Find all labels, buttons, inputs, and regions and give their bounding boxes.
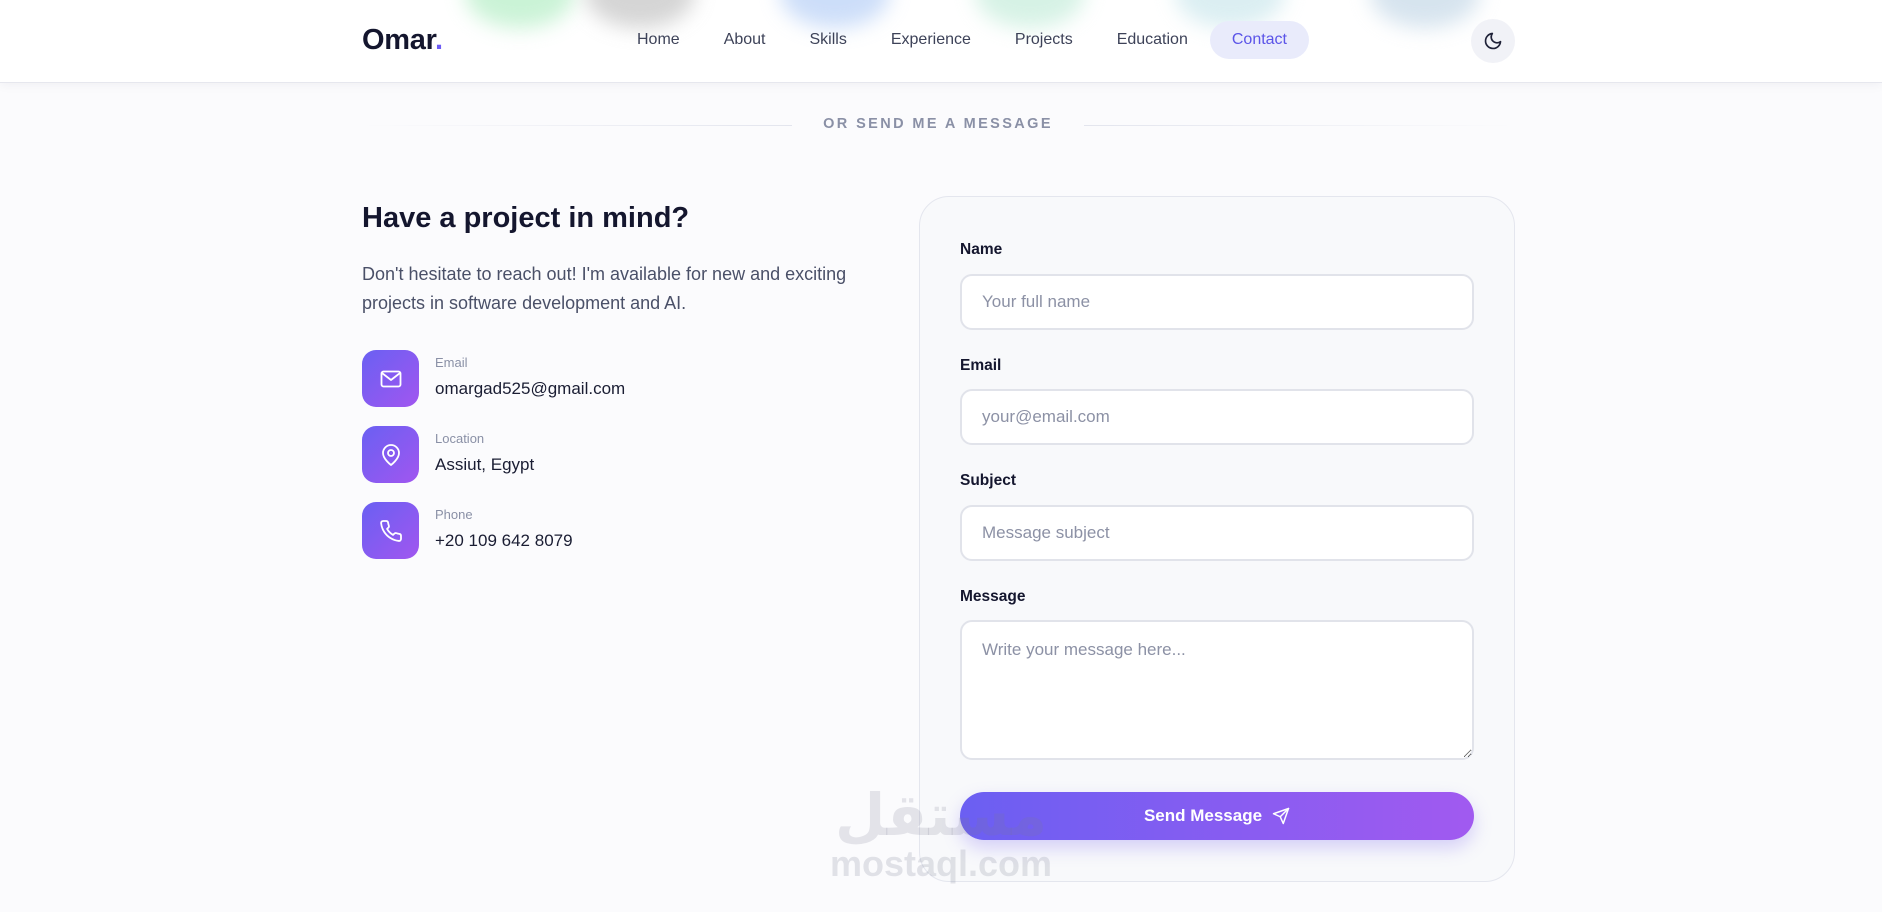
send-message-label: Send Message <box>1143 806 1263 825</box>
contact-email-link[interactable]: omargad525@gmail.com <box>435 379 625 399</box>
contact-phone-link[interactable]: +20 109 642 8079 <box>435 531 573 551</box>
brand-logo[interactable]: Omar. <box>362 24 443 57</box>
phone-icon <box>379 519 402 542</box>
contact-label: Phone <box>435 507 473 522</box>
contact-label: Location <box>435 431 485 446</box>
name-input[interactable] <box>960 274 1474 330</box>
section-divider: OR SEND ME A MESSAGE <box>362 116 1514 136</box>
section-divider-text: OR SEND ME A MESSAGE <box>823 116 1053 132</box>
moon-icon <box>1484 32 1502 50</box>
nav-item-skills[interactable]: Skills <box>788 21 869 59</box>
brand-name: Omar <box>362 24 435 56</box>
email-input[interactable] <box>960 389 1474 445</box>
brand-dot: . <box>434 24 443 56</box>
send-icon <box>1272 807 1290 825</box>
divider-line-right <box>1084 125 1514 126</box>
nav-item-education[interactable]: Education <box>1095 21 1210 59</box>
message-label: Message <box>960 588 1026 605</box>
send-message-button[interactable]: Send Message <box>960 792 1474 840</box>
contact-icon-box <box>362 502 419 559</box>
contact-form: Name Email Subject Message Send Message <box>919 196 1515 882</box>
subject-label: Subject <box>960 472 1016 489</box>
nav-item-projects[interactable]: Projects <box>993 21 1095 59</box>
decorative-blob <box>465 0 575 28</box>
nav-item-experience[interactable]: Experience <box>869 21 993 59</box>
contact-description: Don't hesitate to reach out! I'm availab… <box>362 264 847 313</box>
message-textarea[interactable] <box>960 620 1474 760</box>
contact-label: Email <box>435 355 468 370</box>
contact-location-value: Assiut, Egypt <box>435 455 535 474</box>
contact-icon-box <box>362 350 419 407</box>
contact-heading: Have a project in mind? <box>362 202 690 234</box>
subject-input[interactable] <box>960 505 1474 561</box>
nav-item-home[interactable]: Home <box>615 21 702 59</box>
nav-item-about[interactable]: About <box>702 21 788 59</box>
email-label: Email <box>960 357 1002 374</box>
theme-toggle-button[interactable] <box>1471 19 1515 63</box>
mail-icon <box>380 370 401 387</box>
name-label: Name <box>960 241 1003 258</box>
map-pin-icon <box>381 443 400 466</box>
top-navbar: Omar. Home About Skills Experience Proje… <box>0 0 1882 83</box>
decorative-blob <box>1370 0 1480 28</box>
contact-icon-box <box>362 426 419 483</box>
main-nav: Home About Skills Experience Projects Ed… <box>615 21 1309 59</box>
nav-item-contact[interactable]: Contact <box>1209 21 1309 59</box>
